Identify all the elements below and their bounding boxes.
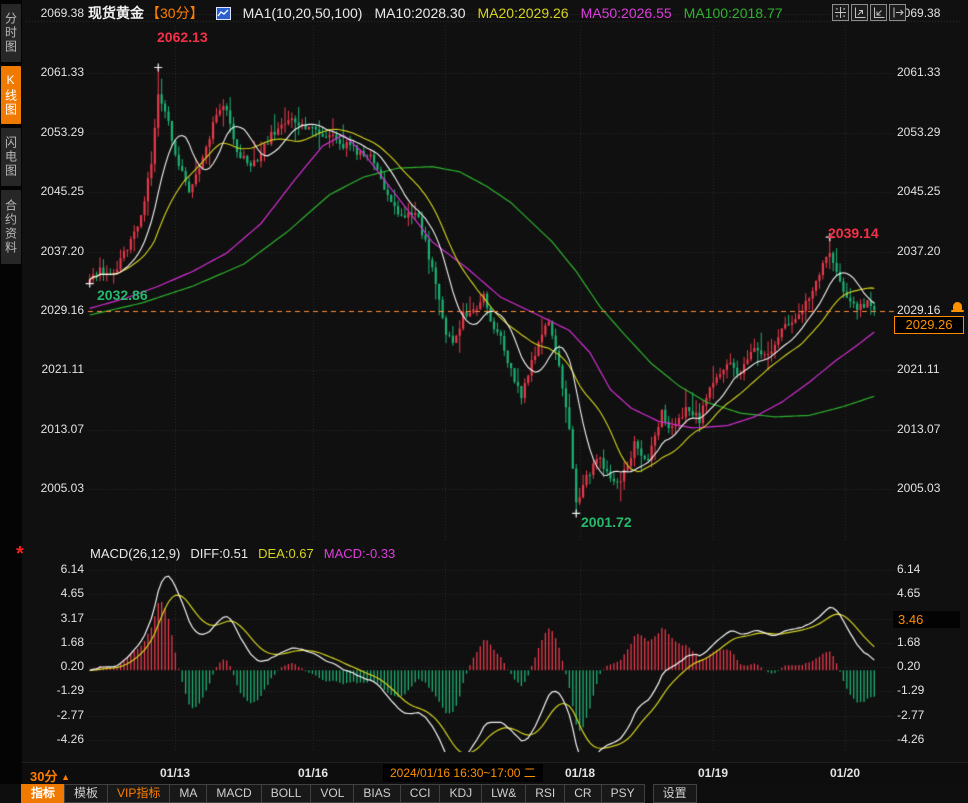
trading-app-window: 分时图 K线图 闪电图 合约资料 现货黄金 【30分】 MA1(10,20,50… xyxy=(0,0,968,803)
instrument-name: 现货黄金 xyxy=(88,3,144,23)
x-axis-label: 01/19 xyxy=(689,766,737,780)
tab-settings[interactable]: 设置 xyxy=(653,784,697,803)
y-axis-label: 2053.29 xyxy=(28,125,84,140)
annotation-period-low: 2001.72 xyxy=(581,514,632,530)
tab-bias[interactable]: BIAS xyxy=(353,784,400,803)
sidebar-item-timeline-chart[interactable]: 分时图 xyxy=(1,4,21,62)
ma100-value: MA100:2018.77 xyxy=(684,5,783,21)
y-axis-label: 2021.11 xyxy=(28,362,84,377)
macd-dea-value: DEA:0.67 xyxy=(258,546,314,561)
macd-title: MACD(26,12,9) xyxy=(90,546,180,561)
y-axis-label: 2005.03 xyxy=(28,481,84,496)
y-axis-label: 2029.16 xyxy=(28,303,84,318)
time-axis: 30分 ▲ 01/13 01/16 01/18 01/19 01/20 2024… xyxy=(22,762,968,785)
crosshair-time-tooltip: 2024/01/16 16:30~17:00 二 xyxy=(383,764,543,782)
tab-vip-indicator[interactable]: VIP指标 xyxy=(107,784,170,803)
y-axis-label: 2061.33 xyxy=(28,65,84,80)
annotation-open-low: 2032.86 xyxy=(97,287,148,303)
tab-kdj[interactable]: KDJ xyxy=(439,784,482,803)
macd-header: MACD(26,12,9) DIFF:0.51 DEA:0.67 MACD:-0… xyxy=(90,546,395,561)
y-axis-label: 2037.20 xyxy=(897,244,953,259)
y-axis-label: 2013.07 xyxy=(897,422,953,437)
sidebar-item-kline-chart[interactable]: K线图 xyxy=(1,66,21,124)
axis-zoom-in-icon[interactable] xyxy=(851,4,868,21)
annotation-recent-high: 2039.14 xyxy=(828,225,879,241)
y-axis-label: 2045.25 xyxy=(28,184,84,199)
y-axis-label: 2061.33 xyxy=(897,65,953,80)
y-axis-label: 0.20 xyxy=(28,659,84,674)
x-axis-label: 01/20 xyxy=(821,766,869,780)
y-axis-label: -4.26 xyxy=(897,732,953,747)
y-axis-label: -2.77 xyxy=(897,708,953,723)
axis-zoom-out-icon[interactable] xyxy=(870,4,887,21)
period-selector[interactable]: 30分 ▲ xyxy=(30,766,70,785)
y-axis-label: 2037.20 xyxy=(28,244,84,259)
chart-header: 现货黄金 【30分】 MA1(10,20,50,100) MA10:2028.3… xyxy=(88,4,783,22)
price-alert-icon[interactable] xyxy=(951,302,964,314)
tab-rsi[interactable]: RSI xyxy=(525,784,565,803)
ma10-value: MA10:2028.30 xyxy=(374,5,465,21)
sidebar-item-contract-info[interactable]: 合约资料 xyxy=(1,190,21,264)
ma50-value: MA50:2026.55 xyxy=(581,5,672,21)
live-indicator-icon: * xyxy=(16,543,24,566)
tab-lwr[interactable]: LW& xyxy=(481,784,526,803)
y-axis-label: -1.29 xyxy=(28,683,84,698)
x-axis-label: 01/18 xyxy=(556,766,604,780)
y-axis-label: 4.65 xyxy=(897,586,953,601)
y-axis-label: 3.17 xyxy=(28,611,84,626)
y-axis-label: 2045.25 xyxy=(897,184,953,199)
y-axis-label: 4.65 xyxy=(28,586,84,601)
y-axis-label: 2053.29 xyxy=(897,125,953,140)
current-price-badge: 2029.26 xyxy=(894,316,964,334)
y-axis-label: 6.14 xyxy=(897,562,953,577)
y-axis-label: 2021.11 xyxy=(897,362,953,377)
crosshair-move-icon[interactable] xyxy=(832,4,849,21)
y-axis-label: 1.68 xyxy=(28,635,84,650)
tab-psy[interactable]: PSY xyxy=(601,784,645,803)
y-axis-label: -4.26 xyxy=(28,732,84,747)
tab-indicator[interactable]: 指标 xyxy=(21,784,65,803)
chart-toolbar xyxy=(832,4,906,21)
tab-template[interactable]: 模板 xyxy=(64,784,108,803)
annotation-period-high: 2062.13 xyxy=(157,29,208,45)
sidebar-item-lightning-chart[interactable]: 闪电图 xyxy=(1,128,21,186)
macd-cursor-value-badge: 3.46 xyxy=(893,611,960,628)
tab-ma[interactable]: MA xyxy=(169,784,207,803)
triangle-up-icon: ▲ xyxy=(61,772,70,782)
indicator-toolbar: 指标 模板 VIP指标 MA MACD BOLL VOL BIAS CCI KD… xyxy=(0,784,968,803)
y-axis-label: 2069.38 xyxy=(28,6,84,21)
ma20-value: MA20:2029.26 xyxy=(478,5,569,21)
y-axis-label: 6.14 xyxy=(28,562,84,577)
x-axis-label: 01/13 xyxy=(151,766,199,780)
y-axis-label: 0.20 xyxy=(897,659,953,674)
macd-hist-value: MACD:-0.33 xyxy=(324,546,396,561)
y-axis-label: 2005.03 xyxy=(897,481,953,496)
tab-boll[interactable]: BOLL xyxy=(261,784,312,803)
tab-cci[interactable]: CCI xyxy=(400,784,441,803)
tab-macd[interactable]: MACD xyxy=(206,784,261,803)
kline-chart-canvas[interactable] xyxy=(0,0,968,803)
period-tag[interactable]: 【30分】 xyxy=(146,3,204,23)
y-axis-label: 1.68 xyxy=(897,635,953,650)
tab-vol[interactable]: VOL xyxy=(310,784,354,803)
pan-right-icon[interactable] xyxy=(889,4,906,21)
chart-type-sidebar: 分时图 K线图 闪电图 合约资料 xyxy=(0,0,22,803)
kline-mini-icon xyxy=(216,7,231,20)
x-axis-label: 01/16 xyxy=(289,766,337,780)
y-axis-label: 2013.07 xyxy=(28,422,84,437)
y-axis-label: -1.29 xyxy=(897,683,953,698)
ma-group-label: MA1(10,20,50,100) xyxy=(243,5,363,21)
tab-cr[interactable]: CR xyxy=(564,784,601,803)
macd-diff-value: DIFF:0.51 xyxy=(190,546,248,561)
y-axis-label: -2.77 xyxy=(28,708,84,723)
